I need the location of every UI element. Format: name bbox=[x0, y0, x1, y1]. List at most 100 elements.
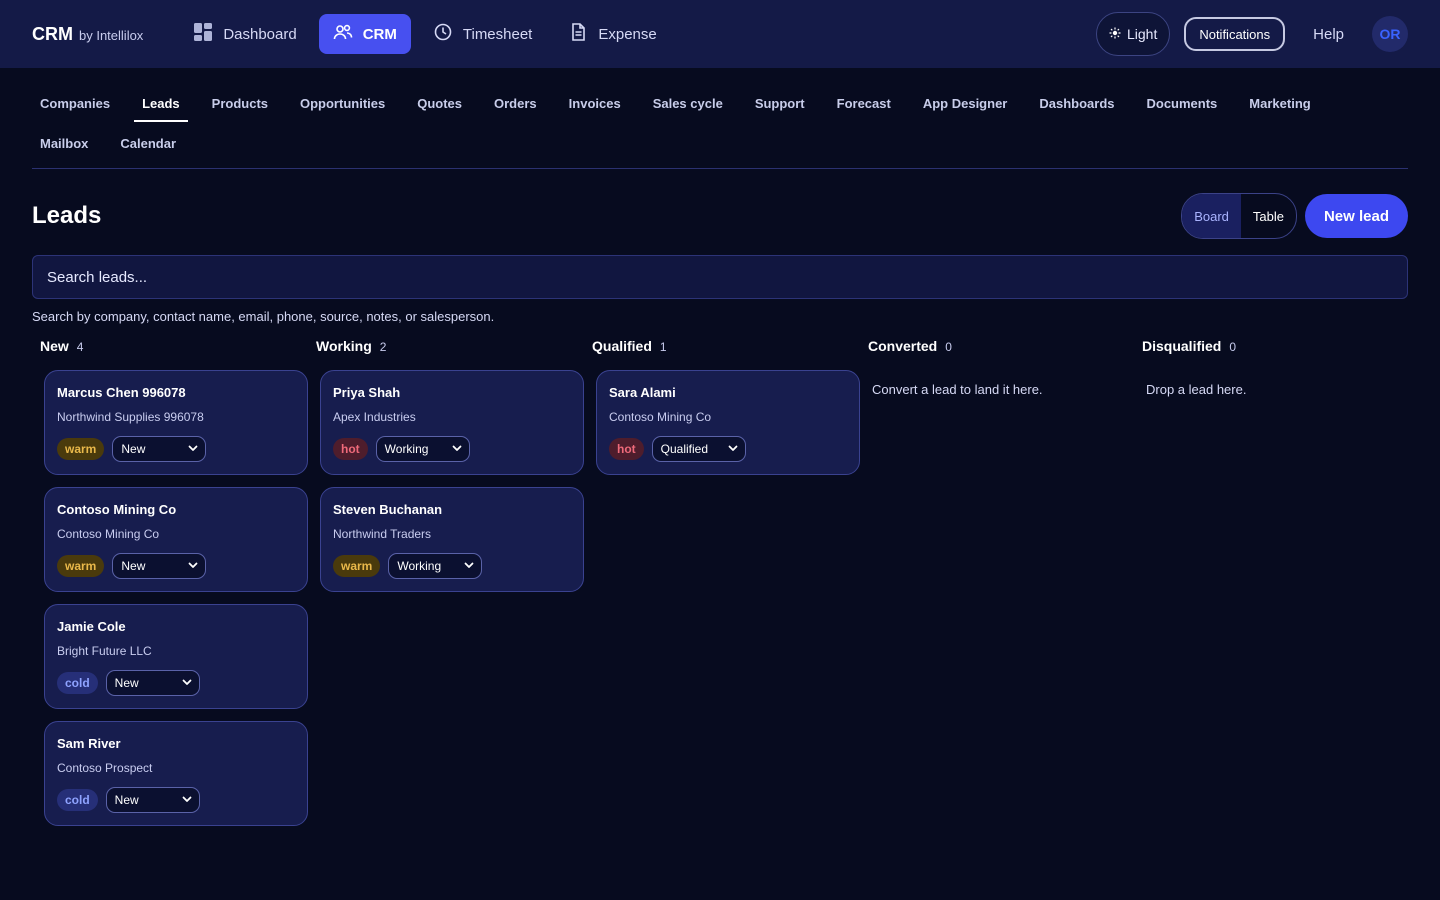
status-select[interactable]: New bbox=[105, 670, 200, 696]
subnav-item-orders[interactable]: Orders bbox=[486, 90, 545, 122]
lead-company: Contoso Mining Co bbox=[57, 527, 160, 541]
subnav-item-support[interactable]: Support bbox=[747, 90, 813, 122]
notifications-button[interactable]: Notifications bbox=[1184, 17, 1286, 51]
new-lead-button[interactable]: New lead bbox=[1304, 194, 1408, 238]
lead-card[interactable]: Contoso Mining Co Contoso Mining Co warm Ne… bbox=[44, 487, 308, 592]
lead-company: Apex Industries bbox=[333, 410, 416, 424]
lead-company: Northwind Traders bbox=[333, 527, 432, 541]
subnav-item-calendar[interactable]: Calendar bbox=[112, 130, 184, 160]
people-icon bbox=[333, 22, 353, 46]
status-select[interactable]: Working bbox=[388, 553, 483, 579]
card-list: Marcus Chen 996078 Northwind Supplies 996… bbox=[32, 364, 308, 826]
subnav-item-products[interactable]: Products bbox=[204, 90, 276, 122]
topnav-dashboard[interactable]: Dashboard bbox=[179, 14, 310, 54]
dashboard-icon bbox=[193, 22, 213, 46]
column-header: Working 2 bbox=[308, 338, 584, 364]
column-header: New 4 bbox=[32, 338, 308, 364]
subnav-item-sales-cycle[interactable]: Sales cycle bbox=[645, 90, 731, 122]
column-header: Qualified 1 bbox=[584, 338, 860, 364]
column-title: Working bbox=[316, 338, 372, 354]
subnav-item-dashboards[interactable]: Dashboards bbox=[1031, 90, 1122, 122]
lead-card[interactable]: Sam River Contoso Prospect cold New bbox=[44, 721, 308, 826]
board-column-disqualified: Disqualified 0 Drop a lead here. bbox=[1134, 338, 1408, 838]
brand[interactable]: CRM by Intellilox bbox=[32, 24, 143, 45]
lead-name: Priya Shah bbox=[333, 385, 401, 400]
column-title: Qualified bbox=[592, 338, 652, 354]
chevron-down-icon bbox=[463, 559, 475, 574]
status-select-value: New bbox=[114, 676, 139, 690]
subnav-item-forecast[interactable]: Forecast bbox=[829, 90, 899, 122]
column-header: Disqualified 0 bbox=[1134, 338, 1408, 364]
topnav-expense[interactable]: Expense bbox=[554, 14, 670, 54]
table-view-button[interactable]: Table bbox=[1241, 194, 1296, 238]
topnav-timesheet-label: Timesheet bbox=[462, 25, 533, 43]
subnav-item-companies[interactable]: Companies bbox=[32, 90, 118, 122]
temperature-badge: hot bbox=[333, 438, 368, 460]
column-count: 2 bbox=[379, 340, 387, 354]
topnav-crm-label: CRM bbox=[362, 25, 397, 43]
lead-card[interactable]: Marcus Chen 996078 Northwind Supplies 996… bbox=[44, 370, 308, 475]
lead-company: Contoso Mining Co bbox=[609, 410, 712, 424]
column-count: 0 bbox=[945, 340, 952, 354]
temperature-badge: warm bbox=[333, 555, 381, 577]
temperature-badge: warm bbox=[57, 555, 105, 577]
chevron-down-icon bbox=[451, 442, 463, 457]
search-hint: Search by company, contact name, email, … bbox=[32, 309, 495, 324]
status-select-value: New bbox=[114, 793, 139, 807]
subnav-item-quotes[interactable]: Quotes bbox=[409, 90, 470, 122]
status-select-value: Working bbox=[397, 559, 442, 573]
subnav-item-mailbox[interactable]: Mailbox bbox=[32, 130, 96, 160]
status-select[interactable]: Qualified bbox=[651, 436, 746, 462]
subnav-item-marketing[interactable]: Marketing bbox=[1241, 90, 1318, 122]
subnav-item-documents[interactable]: Documents bbox=[1139, 90, 1226, 122]
lead-name: Sam River bbox=[57, 736, 121, 751]
column-count: 1 bbox=[659, 340, 667, 354]
avatar[interactable]: OR bbox=[1372, 16, 1408, 52]
temperature-badge: cold bbox=[57, 672, 98, 694]
search-input[interactable] bbox=[47, 268, 1393, 286]
topnav-timesheet[interactable]: Timesheet bbox=[419, 14, 546, 54]
lead-card[interactable]: Sara Alami Contoso Mining Co hot Qualified bbox=[596, 370, 860, 475]
status-select-value: Qualified bbox=[660, 442, 709, 456]
board-view-button[interactable]: Board bbox=[1182, 194, 1241, 238]
subnav-item-invoices[interactable]: Invoices bbox=[561, 90, 629, 122]
lead-company: Contoso Prospect bbox=[57, 761, 153, 775]
page-title: Leads bbox=[32, 202, 102, 229]
topnav-expense-label: Expense bbox=[598, 25, 657, 43]
chevron-down-icon bbox=[181, 793, 193, 808]
lead-card[interactable]: Jamie Cole Bright Future LLC cold New bbox=[44, 604, 308, 709]
topnav-crm[interactable]: CRM bbox=[318, 14, 411, 54]
column-title: New bbox=[40, 338, 69, 354]
lead-card[interactable]: Steven Buchanan Northwind Traders warm Work… bbox=[320, 487, 584, 592]
status-select[interactable]: New bbox=[112, 436, 207, 462]
top-bar: CRM by Intellilox Dashboard CRM Timeshee… bbox=[0, 0, 1440, 68]
lead-name: Marcus Chen 996078 bbox=[57, 385, 186, 400]
board-column-converted: Converted 0 Convert a lead to land it here… bbox=[860, 338, 1134, 838]
status-select[interactable]: Working bbox=[375, 436, 470, 462]
status-select-value: New bbox=[121, 442, 146, 456]
column-title: Converted bbox=[868, 338, 938, 354]
board-column-working: Working 2 Priya Shah Apex Industries hot Work… bbox=[308, 338, 584, 838]
status-select[interactable]: New bbox=[112, 553, 207, 579]
temperature-badge: cold bbox=[57, 789, 98, 811]
status-select-value: New bbox=[121, 559, 146, 573]
status-select[interactable]: New bbox=[105, 787, 200, 813]
crm-sub-nav: Companies Leads Products Opportunities Quote… bbox=[32, 68, 1408, 169]
search-box bbox=[32, 255, 1408, 299]
view-toggle: Board Table bbox=[1181, 193, 1297, 239]
subnav-item-leads[interactable]: Leads bbox=[134, 90, 188, 122]
lead-company: Bright Future LLC bbox=[57, 644, 152, 658]
lead-name: Sara Alami bbox=[609, 385, 676, 400]
column-count: 0 bbox=[1229, 340, 1237, 354]
lead-card[interactable]: Priya Shah Apex Industries hot Working bbox=[320, 370, 584, 475]
subnav-item-app-designer[interactable]: App Designer bbox=[915, 90, 1016, 122]
lead-name: Jamie Cole bbox=[57, 619, 126, 634]
subnav-item-opportunities[interactable]: Opportunities bbox=[292, 90, 393, 122]
lead-card-controls: warm New bbox=[57, 553, 295, 579]
help-link[interactable]: Help bbox=[1299, 26, 1358, 43]
lead-card-controls: cold New bbox=[57, 787, 295, 813]
chevron-down-icon bbox=[187, 559, 199, 574]
theme-toggle-button[interactable]: Light bbox=[1095, 12, 1171, 56]
temperature-badge: hot bbox=[609, 438, 644, 460]
status-select-value: Working bbox=[384, 442, 429, 456]
